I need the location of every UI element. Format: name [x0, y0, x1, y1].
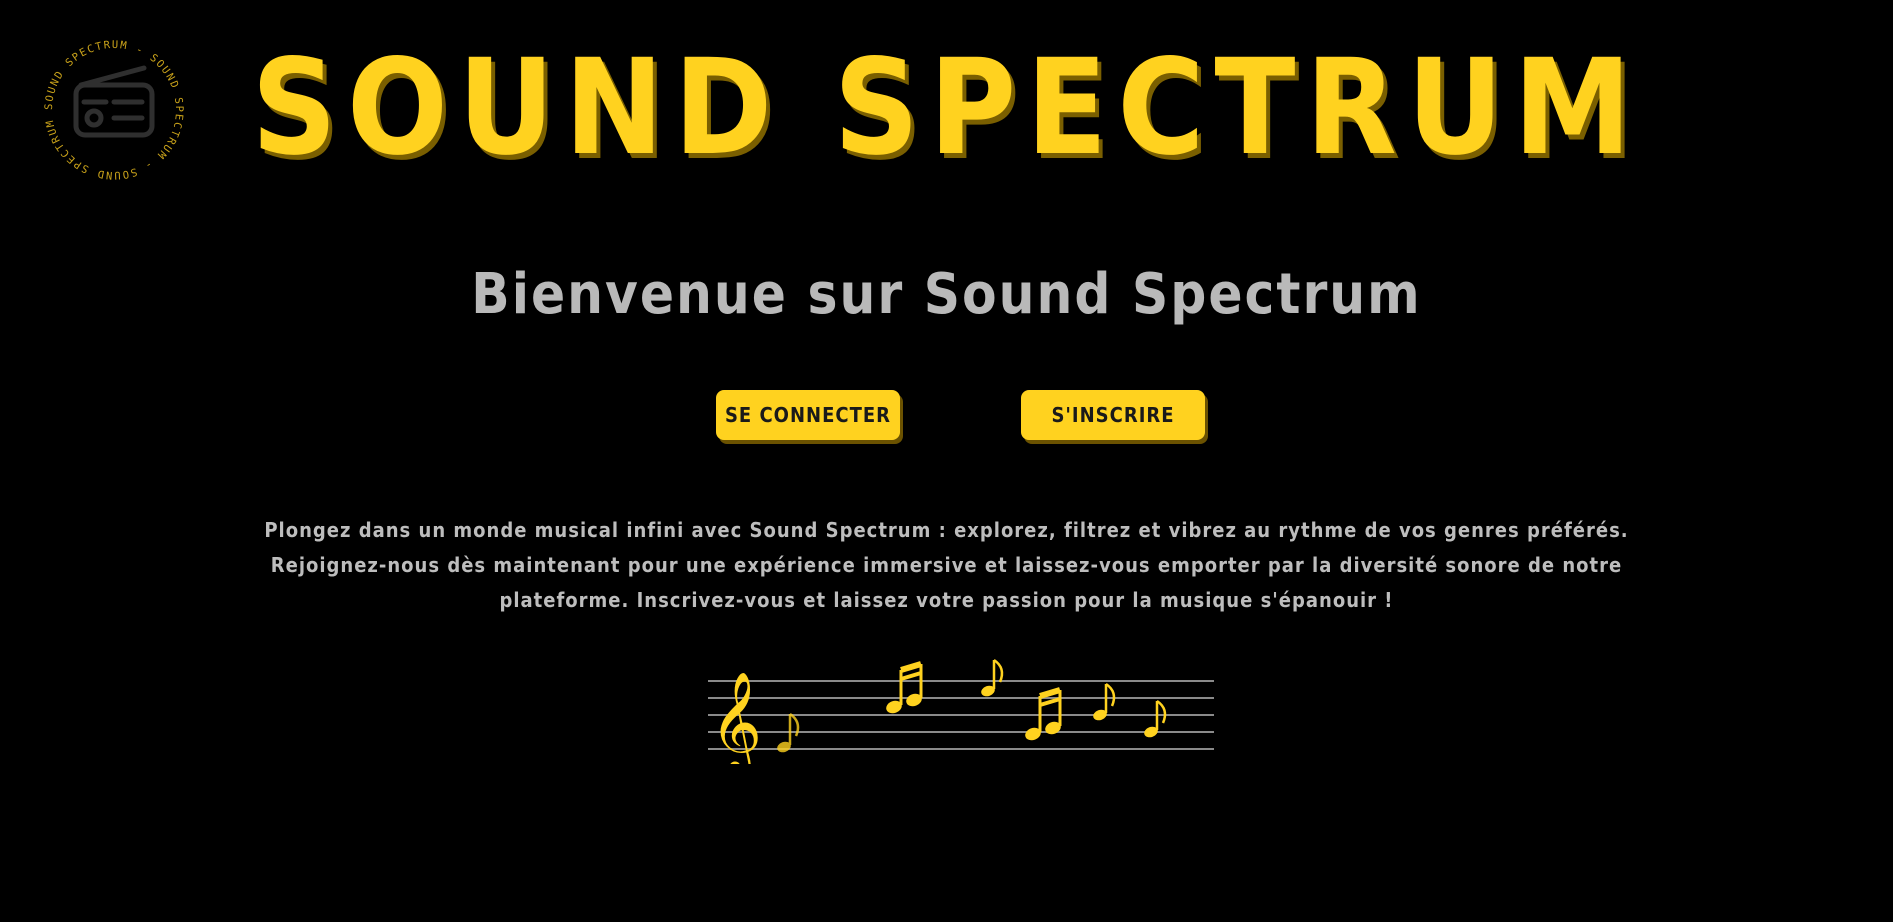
signup-button[interactable]: S'INSCRIRE [1021, 390, 1205, 440]
site-title: SOUND SPECTRUM [251, 31, 1642, 185]
music-staff-icon: 𝄞 [708, 658, 1214, 764]
beamed-notes-icon [886, 661, 923, 714]
welcome-heading: Bienvenue sur Sound Spectrum [471, 262, 1422, 327]
login-button[interactable]: SE CONNECTER [716, 390, 900, 440]
eighth-note-icon [1144, 699, 1167, 738]
music-staff: 𝄞 [708, 652, 1214, 764]
eighth-note-icon [1093, 682, 1116, 721]
intro-text: Plongez dans un monde musical infini ave… [264, 518, 1629, 612]
eighth-note-icon [981, 658, 1004, 697]
treble-clef-icon: 𝄞 [710, 670, 762, 764]
